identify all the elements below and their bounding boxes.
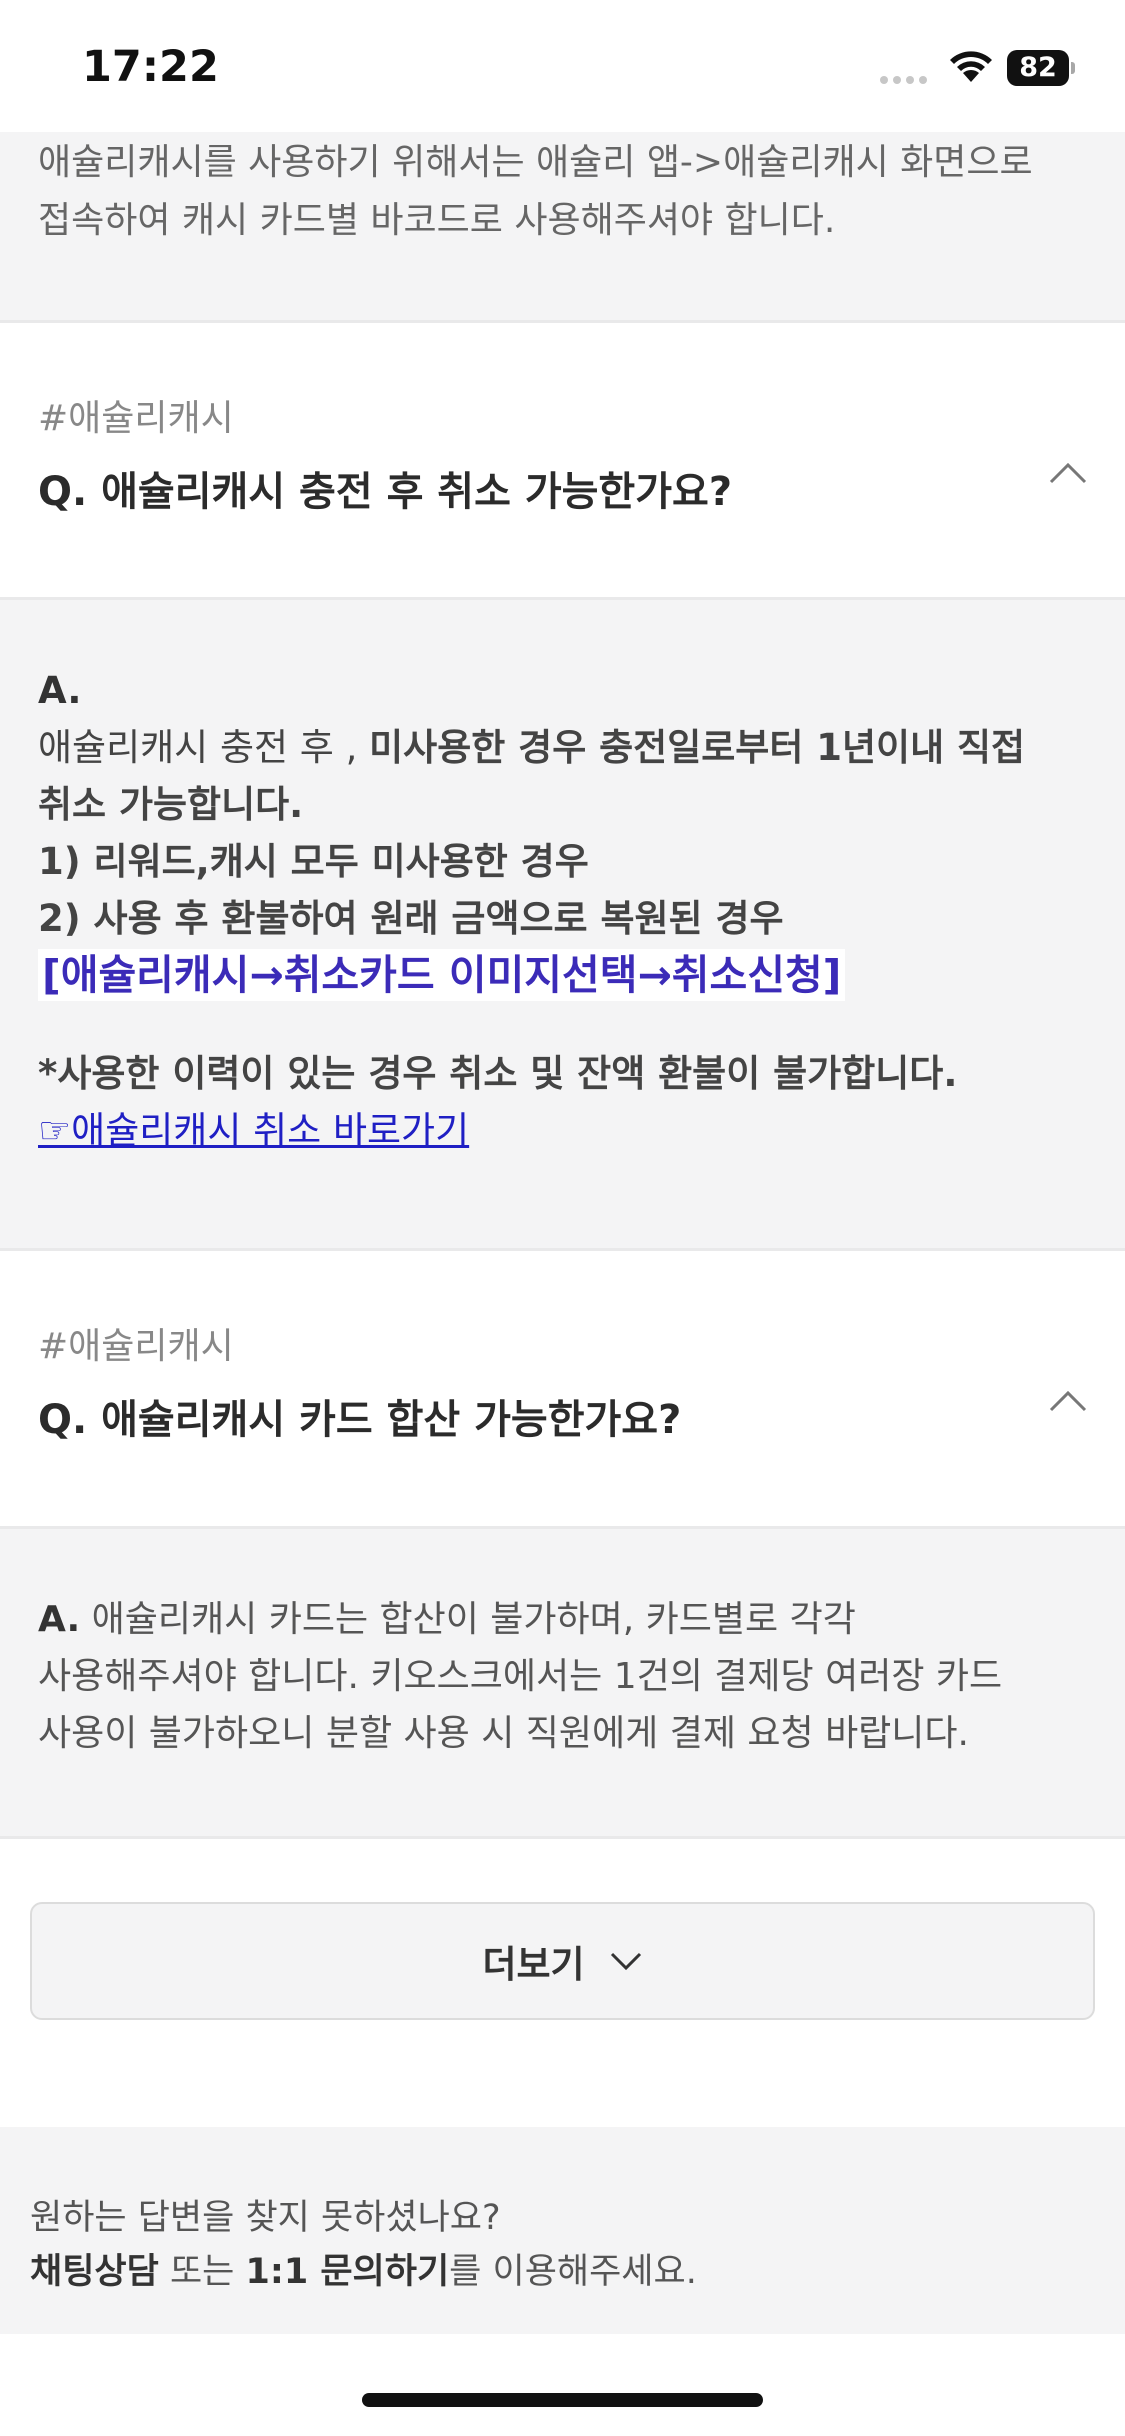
help-footer: 원하는 답변을 찾지 못하셨나요? 채팅상담 또는 1:1 문의하기를 이용해주… (0, 2127, 1125, 2334)
answer-line: 사용해주셔야 합니다. 키오스크에서는 1건의 결제당 여러장 카드 (38, 1656, 1003, 1697)
chat-consult-link[interactable]: 채팅상담 (30, 2252, 159, 2292)
answer-label: A. (38, 1599, 81, 1640)
more-button[interactable]: 더보기 (30, 1902, 1095, 2020)
help-or: 또는 (158, 2252, 246, 2292)
previous-answer-line: 접속하여 캐시 카드별 바코드로 사용해주셔야 합니다. (38, 200, 836, 241)
status-bar: 17:22 82 (0, 0, 1125, 132)
battery-level: 82 (1007, 50, 1069, 86)
faq-tag: #애슐리캐시 (38, 1326, 234, 1367)
status-time: 17:22 (82, 42, 219, 92)
answer-line-bold: 미사용한 경우 충전일로부터 1년이내 직접 (369, 726, 1026, 769)
help-question: 원하는 답변을 찾지 못하셨나요? (30, 2198, 501, 2238)
help-suffix: 를 이용해주세요. (449, 2252, 697, 2292)
previous-answer-text: 애슐리캐시를 사용하기 위해서는 애슐리 앱->애슐리캐시 화면으로 접속하여 … (38, 134, 1088, 250)
faq-tag: #애슐리캐시 (38, 398, 234, 439)
cancel-path-highlight: [애슐리캐시→취소카드 이미지선택→취소신청] (38, 949, 846, 1001)
answer-text: A. 애슐리캐시 충전 후 , 미사용한 경우 충전일로부터 1년이내 직접 취… (38, 662, 1098, 1159)
answer-line-bold: 취소 가능합니다. (38, 783, 304, 826)
chevron-up-icon[interactable] (1048, 461, 1088, 485)
previous-answer: 애슐리캐시를 사용하기 위해서는 애슐리 앱->애슐리캐시 화면으로 접속하여 … (0, 132, 1125, 320)
faq-item-cancel[interactable]: #애슐리캐시 Q. 애슐리캐시 충전 후 취소 가능한가요? (0, 323, 1125, 597)
chevron-down-icon (610, 1952, 641, 1971)
cancel-shortcut-link[interactable]: ☞애슐리캐시 취소 바로가기 (38, 1109, 469, 1152)
previous-answer-line: 애슐리캐시를 사용하기 위해서는 애슐리 앱->애슐리캐시 화면으로 (38, 142, 1033, 183)
cellular-signal-icon (880, 76, 927, 84)
faq-answer-cancel: A. 애슐리캐시 충전 후 , 미사용한 경우 충전일로부터 1년이내 직접 취… (0, 600, 1125, 1248)
more-button-label: 더보기 (482, 1943, 585, 1986)
cancel-notice: *사용한 이력이 있는 경우 취소 및 잔액 환불이 불가합니다. (38, 1052, 958, 1095)
chevron-up-icon[interactable] (1048, 1389, 1088, 1413)
wifi-icon (950, 51, 992, 82)
help-options: 채팅상담 또는 1:1 문의하기를 이용해주세요. (30, 2243, 697, 2294)
faq-question: Q. 애슐리캐시 카드 합산 가능한가요? (38, 1397, 682, 1443)
answer-line: 사용이 불가하오니 분할 사용 시 직원에게 결제 요청 바랍니다. (38, 1713, 969, 1754)
inquiry-link[interactable]: 1:1 문의하기 (245, 2252, 449, 2292)
answer-line-bold: 2) 사용 후 환불하여 원래 금액으로 복원된 경우 (38, 897, 784, 940)
faq-answer-combine: A. 애슐리캐시 카드는 합산이 불가하며, 카드별로 각각 사용해주셔야 합니… (0, 1529, 1125, 1836)
faq-question: Q. 애슐리캐시 충전 후 취소 가능한가요? (38, 469, 733, 515)
answer-label: A. (38, 669, 82, 712)
answer-line: 애슐리캐시 카드는 합산이 불가하며, 카드별로 각각 (80, 1599, 856, 1640)
faq-item-combine[interactable]: #애슐리캐시 Q. 애슐리캐시 카드 합산 가능한가요? (0, 1251, 1125, 1526)
battery-icon: 82 (1007, 50, 1075, 86)
answer-line: 애슐리캐시 충전 후 , (38, 726, 370, 769)
answer-line-bold: 1) 리워드,캐시 모두 미사용한 경우 (38, 840, 589, 883)
home-indicator[interactable] (362, 2393, 763, 2407)
answer-text: A. 애슐리캐시 카드는 합산이 불가하며, 카드별로 각각 사용해주셔야 합니… (38, 1591, 1098, 1762)
